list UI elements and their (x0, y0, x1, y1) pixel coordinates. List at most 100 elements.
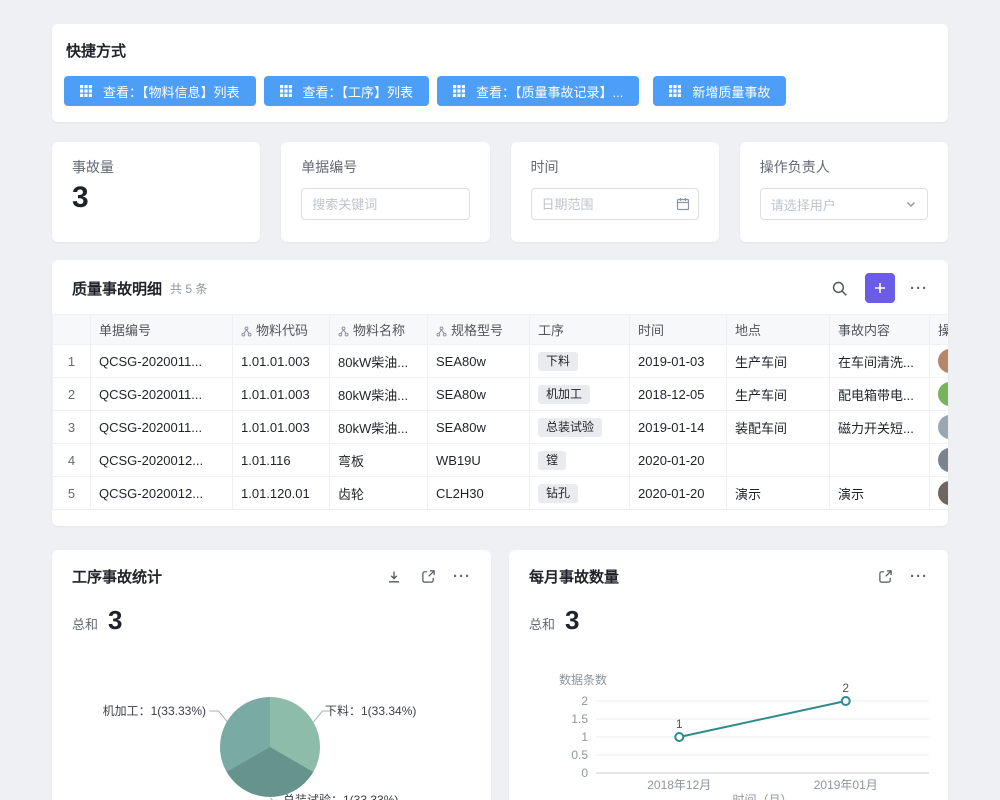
process-tag: 镗 (538, 451, 566, 470)
table-header-row: 单据编号 物料代码 物料名称 规格型号 工序 时间 地点 事故内容 操 (53, 315, 949, 345)
button-label: 查看：【物料信息】列表 (103, 82, 240, 101)
col-material-code: 物料代码 (233, 315, 330, 345)
filter-label: 时间 (531, 157, 699, 177)
doc-number-filter-card: 单据编号 (281, 142, 489, 242)
plus-icon (873, 281, 887, 295)
open-in-new-icon[interactable] (419, 567, 438, 586)
table-row[interactable]: 3 QCSG-2020011... 1.01.01.003 80kW柴油... … (53, 411, 949, 444)
process-tag: 机加工 (538, 385, 590, 404)
total-label: 总和 (72, 614, 98, 633)
view-material-list-button[interactable]: 查看：【物料信息】列表 (64, 76, 256, 106)
table-row[interactable]: 1 QCSG-2020011... 1.01.01.003 80kW柴油... … (53, 345, 949, 378)
svg-text:0: 0 (581, 766, 588, 780)
shortcuts-button-row: 查看：【物料信息】列表 查看：【工序】列表 查看：【质量事故记录】... 新增质… (64, 76, 936, 106)
add-quality-accident-button[interactable]: 新增质量事故 (653, 76, 786, 106)
pie-label-assembly-test: 总装试验：1(33.33%) (283, 793, 398, 800)
operator-select[interactable]: 请选择用户 (760, 188, 928, 220)
col-content: 事故内容 (830, 315, 930, 345)
operator-filter-card: 操作负责人 请选择用户 (740, 142, 948, 242)
table-row-count: 共 5 条 (170, 280, 207, 297)
search-icon[interactable] (829, 278, 850, 299)
col-time: 时间 (630, 315, 727, 345)
svg-text:2: 2 (581, 694, 588, 708)
time-filter-card: 时间 (511, 142, 719, 242)
pie-chart-area: 机加工：1(33.33%) 下料：1(33.34%) 总装试验：1(33.33%… (72, 638, 471, 800)
filter-label: 操作负责人 (760, 157, 928, 177)
total-value: 3 (565, 605, 579, 636)
operator-select-placeholder: 请选择用户 (771, 195, 836, 214)
more-icon[interactable]: ··· (910, 281, 928, 296)
line-chart-area: 数据条数 0 0.5 1 1.5 2 1 2 2018年12月 2019年01月时间（月） (529, 636, 928, 800)
avatar (938, 481, 948, 505)
avatar (938, 382, 948, 406)
avatar (938, 349, 948, 373)
more-icon[interactable]: ··· (910, 569, 928, 584)
svg-text:1: 1 (676, 717, 683, 731)
total-label: 总和 (529, 614, 555, 633)
col-process: 工序 (530, 315, 630, 345)
table-row[interactable]: 2 QCSG-2020011... 1.01.01.003 80kW柴油... … (53, 378, 949, 411)
grid-icon (80, 85, 92, 97)
accident-detail-table-card: 质量事故明细 共 5 条 ··· 单据编号 物料代码 物料名称 规格型号 工序 (52, 260, 948, 526)
svg-text:2019年01月: 2019年01月 (814, 778, 878, 792)
col-spec: 规格型号 (428, 315, 530, 345)
stat-label: 事故量 (72, 157, 240, 177)
calendar-icon[interactable] (676, 197, 690, 211)
grid-icon (280, 85, 292, 97)
col-material-name: 物料名称 (330, 315, 428, 345)
chevron-down-icon (905, 198, 917, 210)
lookup-icon (338, 326, 349, 337)
table-title: 质量事故明细 (72, 278, 162, 299)
svg-text:1.5: 1.5 (571, 712, 588, 726)
more-icon[interactable]: ··· (453, 569, 471, 584)
table-row[interactable]: 5 QCSG-2020012... 1.01.120.01 齿轮 CL2H30 … (53, 477, 949, 510)
table-clip: 单据编号 物料代码 物料名称 规格型号 工序 时间 地点 事故内容 操 1 QC (52, 314, 948, 510)
grid-icon (453, 85, 465, 97)
pie-chart (220, 697, 320, 797)
pie-label-blanking: 下料：1(33.34%) (325, 704, 416, 718)
view-process-list-button[interactable]: 查看：【工序】列表 (264, 76, 430, 106)
process-tag: 钻孔 (538, 484, 578, 503)
button-label: 查看：【质量事故记录】... (476, 82, 623, 101)
process-tag: 下料 (538, 352, 578, 371)
shortcuts-title: 快捷方式 (64, 40, 936, 61)
line-chart: 数据条数 0 0.5 1 1.5 2 1 2 2018年12月 2019年01月时间（月） (529, 636, 948, 800)
charts-row: 工序事故统计 ··· 总和 3 机加工：1(33.33%) (52, 550, 948, 800)
process-tag: 总装试验 (538, 418, 602, 437)
line-card-title: 每月事故数量 (529, 566, 619, 587)
svg-text:时间（月）: 时间（月） (732, 793, 792, 800)
total-value: 3 (108, 605, 122, 636)
col-place: 地点 (727, 315, 830, 345)
process-accident-pie-card: 工序事故统计 ··· 总和 3 机加工：1(33.33%) (52, 550, 491, 800)
filter-label: 单据编号 (301, 157, 469, 177)
col-operator: 操 (930, 315, 949, 345)
col-doc-no: 单据编号 (91, 315, 233, 345)
accident-table: 单据编号 物料代码 物料名称 规格型号 工序 时间 地点 事故内容 操 1 QC (52, 314, 948, 510)
pie-label-machining: 机加工：1(33.33%) (103, 704, 206, 718)
table-row[interactable]: 4 QCSG-2020012... 1.01.116 弯板 WB19U 镗 20… (53, 444, 949, 477)
filters-row: 事故量 3 单据编号 时间 操作负责人 请选择用户 (52, 142, 948, 242)
dashboard-page: 快捷方式 查看：【物料信息】列表 查看：【工序】列表 查看：【质量事故记录】..… (0, 0, 1000, 800)
lookup-icon (436, 326, 447, 337)
accident-count-card: 事故量 3 (52, 142, 260, 242)
open-in-new-icon[interactable] (876, 567, 895, 586)
col-row-number (53, 315, 91, 345)
add-record-button[interactable] (865, 273, 895, 303)
monthly-accident-line-card: 每月事故数量 ··· 总和 3 数据条数 0 0.5 1 1.5 2 1 2 2018年12月 2… (509, 550, 948, 800)
accident-count-value: 3 (72, 181, 240, 215)
button-label: 查看：【工序】列表 (303, 82, 414, 101)
date-range-input[interactable] (531, 188, 699, 220)
button-label: 新增质量事故 (692, 82, 770, 101)
svg-text:1: 1 (581, 730, 588, 744)
doc-number-search-input[interactable] (301, 188, 469, 220)
grid-icon (669, 85, 681, 97)
svg-text:0.5: 0.5 (571, 748, 588, 762)
pie-card-title: 工序事故统计 (72, 566, 162, 587)
svg-text:数据条数: 数据条数 (559, 672, 607, 687)
avatar (938, 448, 948, 472)
svg-text:2018年12月: 2018年12月 (647, 778, 711, 792)
view-quality-records-button[interactable]: 查看：【质量事故记录】... (437, 76, 639, 106)
svg-text:2: 2 (842, 681, 849, 695)
download-icon[interactable] (384, 567, 404, 587)
lookup-icon (241, 326, 252, 337)
